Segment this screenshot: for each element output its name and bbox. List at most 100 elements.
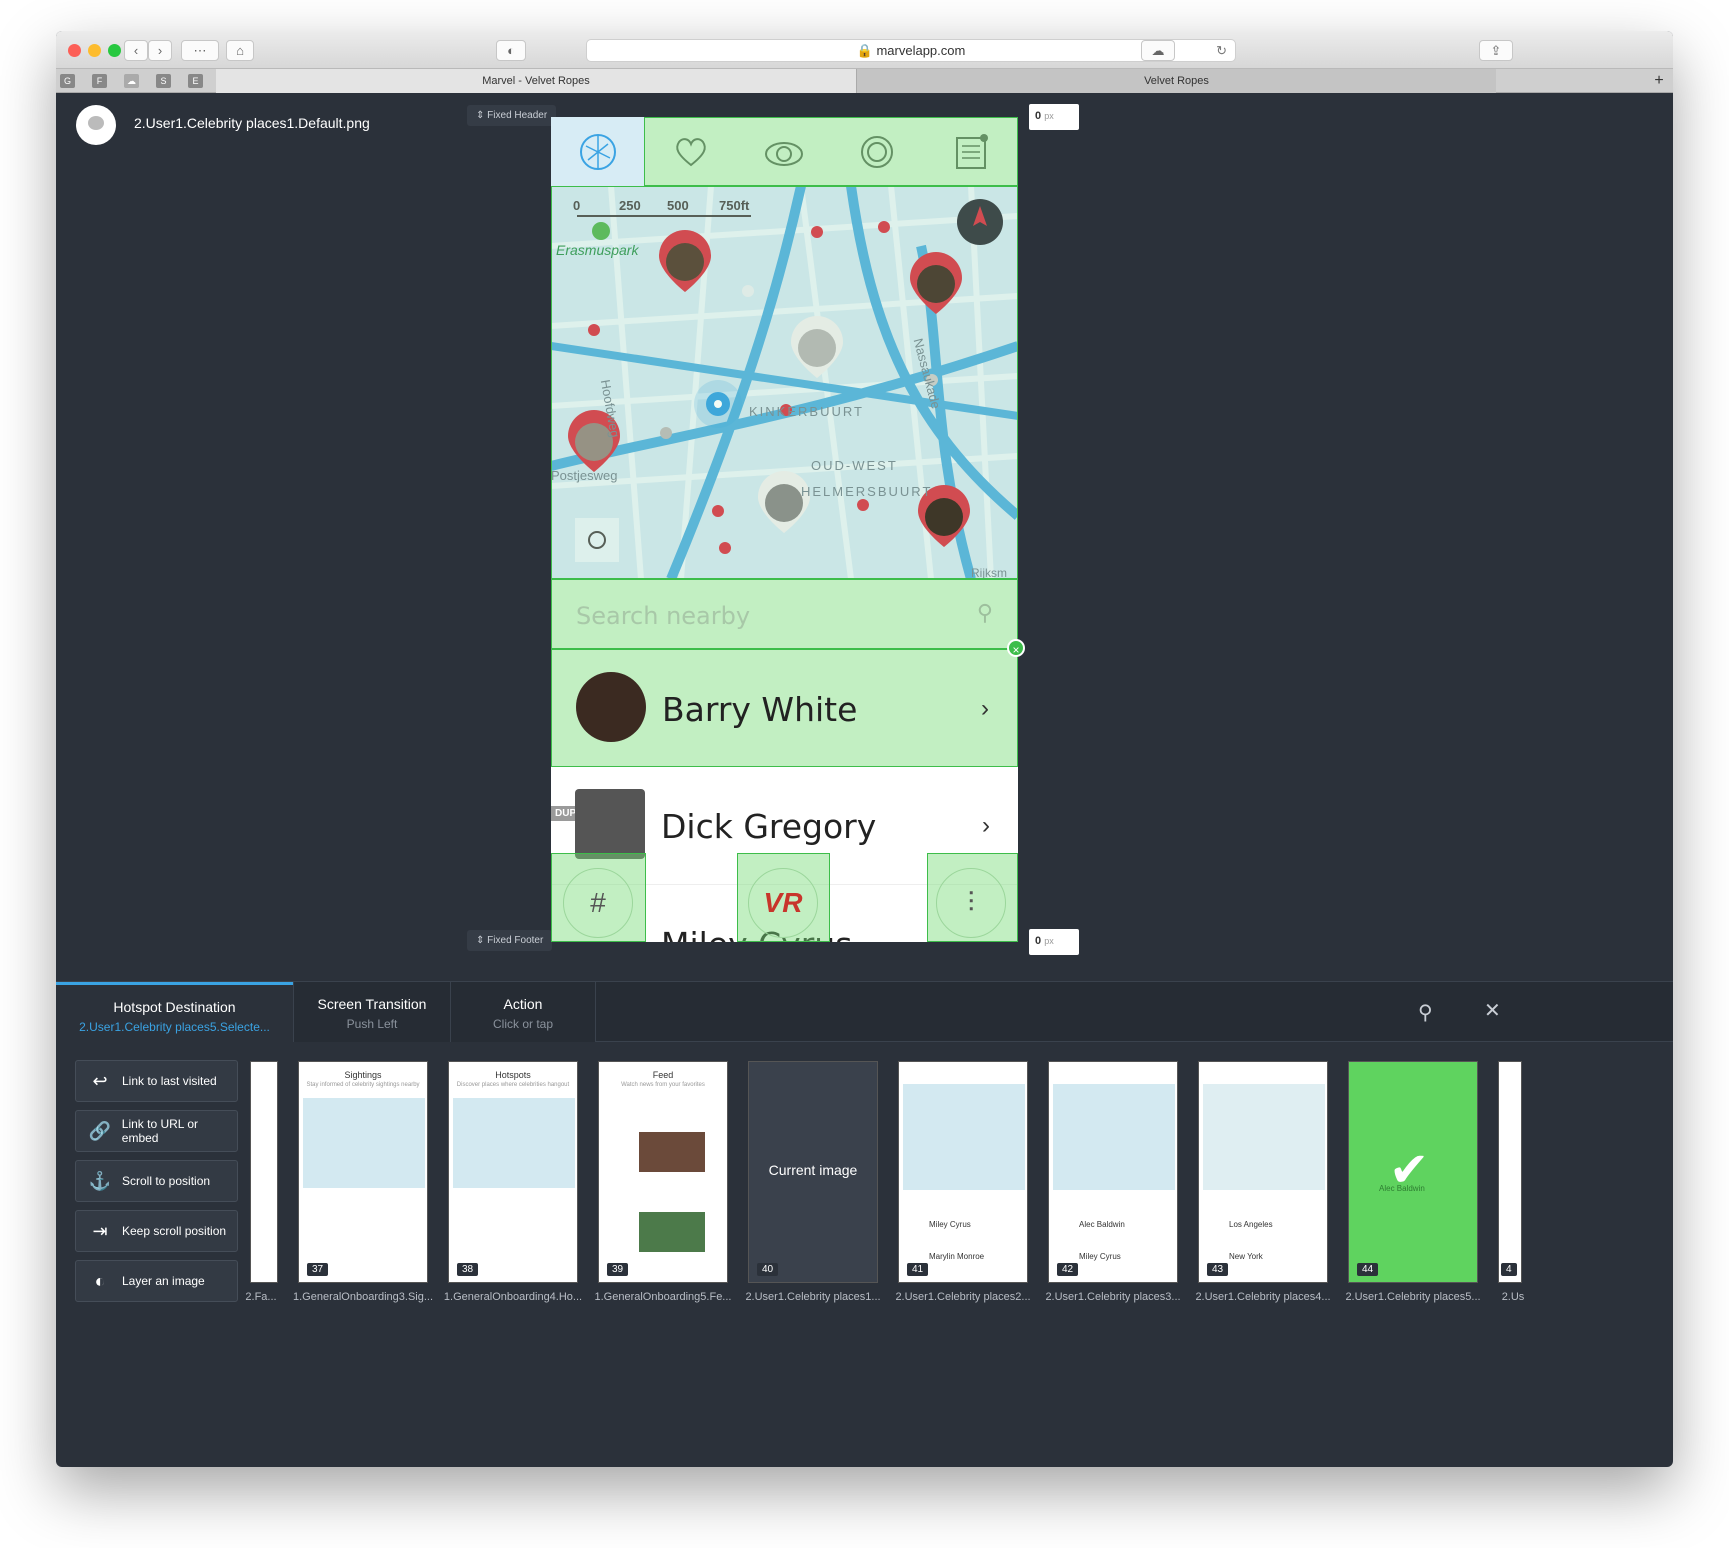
toggle-icon: ◐ [94,1270,106,1291]
screen-filename: 2.User1.Celebrity places1.Default.png [134,115,370,131]
thumbnail-label: 1.GeneralOnboarding4.Ho... [443,1291,583,1303]
vr-logo-icon: VR [748,868,818,938]
screen-thumbnail[interactable]: Feed Watch news from your favorites 39 [598,1061,728,1283]
close-window-button[interactable] [68,44,81,57]
tab-velvet-ropes[interactable]: Velvet Ropes [856,69,1496,93]
list-item-hotspot[interactable]: Barry White › [551,649,1018,767]
thumbnail-subtitle: Discover places where celebrities hangou… [456,1082,570,1088]
remove-hotspot-button[interactable]: × [1007,639,1025,657]
share-icon[interactable]: ⇪ [1479,40,1513,61]
scroll-to-position-button[interactable]: ⚓ Scroll to position [75,1160,238,1202]
nearby-hotspot[interactable]: # [551,853,646,942]
forward-icon[interactable]: › [148,40,172,61]
tab-hotspot-destination[interactable]: Hotspot Destination 2.User1.Celebrity pl… [56,982,293,1042]
button-label: Link to last visited [122,1074,217,1088]
screen-thumbnail[interactable]: Miley Cyrus Marylin Monroe 41 [898,1061,1028,1283]
search-hotspot[interactable]: Search nearby ⚲ [551,579,1018,649]
soundcloud-icon[interactable]: ☁ [124,74,139,88]
thumbnail-number: 39 [607,1263,629,1276]
thumbnail-row: Marylin Monroe [929,1252,985,1261]
thumbnail-number: 4 [1501,1263,1517,1276]
screen-thumbnail[interactable]: 4 [1498,1061,1522,1283]
privacy-icon[interactable]: ◐ [496,40,526,61]
button-label: Link to URL or embed [121,1117,199,1145]
thumbnail-label: 1.GeneralOnboarding5.Fe... [594,1291,732,1303]
thumbnail-row: Miley Cyrus [929,1220,971,1229]
map-hotspot-outline[interactable] [551,186,1018,579]
browser-toolbar: ‹ › ⋯ ⌂ ◐ 🔒 marvelapp.com ↻ ☁ ⇪ [56,31,1673,69]
screen-thumbnail[interactable]: Alec Baldwin Miley Cyrus 42 [1048,1061,1178,1283]
footer-height-value: 0 [1035,935,1042,947]
tab-subtitle: Push Left [346,1017,398,1031]
new-tab-button[interactable]: + [1646,69,1672,93]
mini-map [303,1098,425,1188]
fixed-header-toggle[interactable]: ⇕ Fixed Header [467,105,557,126]
tab-action[interactable]: Action Click or tap [450,982,596,1042]
thumbnail-number: 43 [1207,1263,1229,1276]
cloud-icon[interactable]: ☁ [1141,40,1175,61]
home-icon[interactable]: ⌂ [226,40,254,61]
thumbnail-row: Miley Cyrus [1079,1252,1121,1261]
link-last-visited-button[interactable]: ↩ Link to last visited [75,1060,238,1102]
screen-thumbnail[interactable]: Sightings Stay informed of celebrity sig… [298,1061,428,1283]
favicon-s[interactable]: S [156,74,171,88]
screen-thumbnail[interactable] [250,1061,278,1283]
screen-thumbnail[interactable]: Los Angeles New York 43 [1198,1061,1328,1283]
minimize-window-button[interactable] [88,44,101,57]
header-height-value: 0 [1035,110,1042,122]
feed-photo [639,1212,705,1252]
scroll-lock-icon: ⇥ [92,1220,108,1241]
avatar [575,789,645,859]
button-label: Scroll to position [122,1174,211,1188]
thumbnail-label: 2.User1.Celebrity places1... [745,1291,881,1303]
fixed-footer-toggle[interactable]: ⇕ Fixed Footer [467,930,553,951]
search-placeholder: Search nearby [576,602,751,630]
thumbnail-number: 42 [1057,1263,1079,1276]
thumbnail-label: 1.GeneralOnboarding3.Sig... [293,1291,433,1303]
celebrity-name: Barry White [662,690,858,729]
close-icon[interactable]: ✕ [1484,998,1501,1023]
thumbnail-label: 2.User1.Celebrity places5... [1345,1291,1481,1303]
thumbnail-label: 2.User1.Celebrity places3... [1045,1291,1181,1303]
favicon-e[interactable]: E [188,74,203,88]
tab-screen-transition[interactable]: Screen Transition Push Left [293,982,450,1042]
phone-screen: 0 250 500 750ft Erasmuspark KINKERBUURT … [551,117,1018,942]
header-hotspot[interactable] [644,117,1018,186]
back-icon[interactable]: ‹ [124,40,148,61]
chevron-right-icon: › [982,812,990,839]
reload-icon[interactable]: ↻ [1216,40,1227,61]
maximize-window-button[interactable] [108,44,121,57]
filter-hotspot[interactable]: ⫶ [927,853,1018,942]
grid-map-icon: # [563,868,633,938]
link-url-button[interactable]: 🔗 Link to URL or embed [75,1110,238,1152]
screen-thumbnail[interactable]: Hotspots Discover places where celebriti… [448,1061,578,1283]
layer-image-button[interactable]: ◐ Layer an image [75,1260,238,1302]
tab-title: Screen Transition [317,996,427,1012]
thumbnail-label: 2.User1.Celebrity places2... [895,1291,1031,1303]
chevron-right-icon: › [981,695,989,722]
url-text: marvelapp.com [876,43,966,58]
thumbnail-title: Hotspots [495,1070,531,1080]
header-height-input[interactable]: 0 px [1029,104,1079,130]
thumbnail-number: 40 [757,1263,779,1276]
thumbnail-subtitle: Watch news from your favorites [621,1082,705,1088]
comment-icon[interactable] [76,105,116,145]
celebrity-name: Dick Gregory [661,807,877,846]
avatar [576,672,646,742]
vr-hotspot[interactable]: VR [737,853,830,942]
keep-scroll-button[interactable]: ⇥ Keep scroll position [75,1210,238,1252]
current-image-label: Current image [768,1162,858,1178]
current-screen-thumbnail[interactable]: Current image 40 [748,1061,878,1283]
footer-height-input[interactable]: 0 px [1029,929,1079,955]
thumbnail-number: 41 [907,1263,929,1276]
favicon-g[interactable]: G [60,74,75,88]
tab-subtitle: 2.User1.Celebrity places5.Selecte... [79,1020,270,1034]
grid-icon[interactable]: ⋯ [181,40,219,61]
tab-marvel[interactable]: Marvel - Velvet Ropes [216,69,856,93]
selected-screen-thumbnail[interactable]: ✔ Alec Baldwin 44 [1348,1061,1478,1283]
favicon-f[interactable]: F [92,74,107,88]
map-tab[interactable] [551,117,644,186]
search-icon[interactable]: ⚲ [1418,1000,1433,1025]
url-bar[interactable]: 🔒 marvelapp.com ↻ [586,39,1236,62]
button-label: Layer an image [122,1274,205,1288]
